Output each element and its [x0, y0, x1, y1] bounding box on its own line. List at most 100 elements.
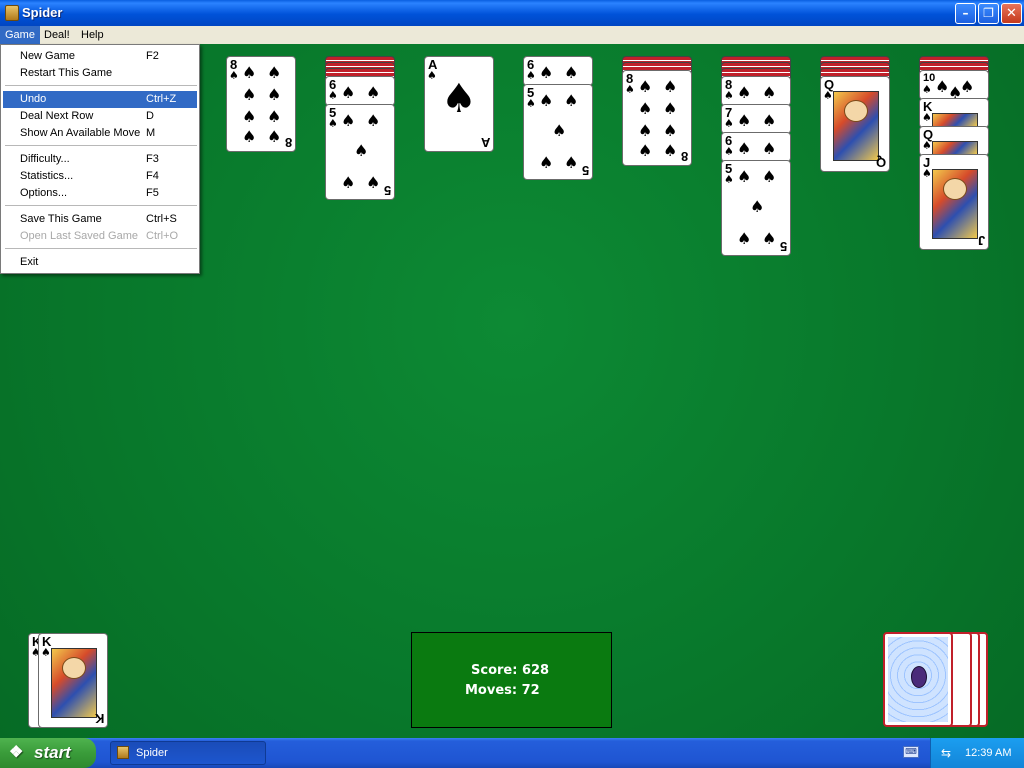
spade-icon: ♠ [242, 127, 257, 146]
menu-item-save-game[interactable]: Save This Game Ctrl+S [3, 211, 197, 228]
card-rank-bottom: Q [875, 155, 886, 170]
completed-stack-king-top: K ♠ K [38, 633, 108, 728]
score-readout: Score: 628 [471, 663, 549, 678]
spade-icon: ♠ [762, 83, 777, 102]
spade-icon: ♠ [366, 111, 381, 130]
spade-icon: ♠ [724, 145, 734, 158]
menu-deal[interactable]: Deal! [39, 26, 75, 44]
spade-icon: ♠ [341, 83, 356, 102]
card-queen-spades[interactable]: Q ♠ [919, 126, 989, 156]
spade-icon: ♠ [366, 83, 381, 102]
card-jack-spades[interactable]: J ♠ J [919, 154, 989, 250]
keyboard-icon[interactable]: ⌨ [903, 746, 919, 758]
card-5-spades[interactable]: 5 ♠ ♠ ♠ ♠ ♠ ♠ 5 [325, 104, 395, 200]
network-icon[interactable]: ⇆ [941, 746, 957, 760]
spade-icon: ♠ [526, 97, 536, 110]
card-8-spades[interactable]: 8 ♠ ♠ ♠ ♠ ♠ ♠ ♠ ♠ ♠ 8 [226, 56, 296, 152]
spade-icon: ♠ [41, 646, 51, 659]
spade-icon: ♠ [724, 89, 734, 102]
spade-icon: ♠ [564, 63, 579, 82]
taskbar-item-spider[interactable]: Spider [110, 741, 266, 765]
maximize-button[interactable]: ❐ [978, 3, 999, 24]
card-5-spades[interactable]: 5 ♠ ♠ ♠ ♠ ♠ ♠ 5 [523, 84, 593, 180]
card-rank-bottom: J [977, 233, 985, 248]
score-label: Score: [471, 663, 518, 678]
close-button[interactable]: ✕ [1001, 3, 1022, 24]
menu-item-new-game[interactable]: New Game F2 [3, 48, 197, 65]
spade-icon: ♠ [564, 153, 579, 172]
menu-separator [5, 205, 197, 206]
spade-icon: ♠ [328, 89, 338, 102]
card-10-spades[interactable]: 10 ♠ ♠ ♠ ♠ [919, 70, 989, 101]
card-6-spades[interactable]: 6 ♠ ♠ ♠ [523, 56, 593, 86]
card-ace-spades[interactable]: A ♠ ♠ A [424, 56, 494, 152]
spade-icon: ♠ [762, 229, 777, 248]
queen-face-art [833, 91, 879, 161]
card-queen-spades[interactable]: Q ♠ Q [820, 76, 890, 172]
spade-icon: ♠ [638, 99, 653, 118]
spade-icon: ♠ [762, 111, 777, 130]
menu-item-statistics[interactable]: Statistics... F4 [3, 168, 197, 185]
card-6-spades[interactable]: 6 ♠ ♠ ♠ [325, 76, 395, 106]
king-face-art [932, 113, 978, 127]
card-king-spades[interactable]: K ♠ [919, 98, 989, 128]
menu-separator [5, 145, 197, 146]
clock[interactable]: 12:39 AM [965, 738, 1011, 768]
spade-icon: ♠ [823, 89, 833, 102]
card-7-spades[interactable]: 7 ♠ ♠ ♠ [721, 104, 791, 134]
game-menu-dropdown: New Game F2 Restart This Game Undo Ctrl+… [0, 44, 200, 274]
spade-icon: ♠ [737, 111, 752, 130]
face-portrait [844, 100, 868, 122]
card-rank-bottom: K [94, 711, 104, 726]
window-title: Spider [22, 5, 63, 20]
spade-icon: ♠ [341, 111, 356, 130]
menu-item-exit[interactable]: Exit [3, 254, 197, 271]
spade-icon: ♠ [922, 167, 932, 180]
menu-separator [5, 248, 197, 249]
menu-item-undo[interactable]: Undo Ctrl+Z [3, 91, 197, 108]
spade-icon: ♠ [922, 111, 932, 124]
spade-icon: ♠ [663, 141, 678, 160]
menu-game[interactable]: Game [0, 26, 40, 44]
card-rank-bottom: 5 [383, 183, 391, 198]
stock-pile-top[interactable] [883, 632, 953, 727]
spade-icon: ♠ [638, 77, 653, 96]
spade-icon: ♠ [663, 77, 678, 96]
face-portrait [62, 657, 86, 679]
start-button[interactable]: ❖ start [0, 738, 96, 768]
spade-icon: ♠ [267, 63, 282, 82]
spade-icon: ♠ [267, 107, 282, 126]
card-rank-bottom: 8 [284, 135, 292, 150]
spade-icon: ♠ [922, 139, 932, 152]
card-8-spades[interactable]: 8 ♠ ♠ ♠ ♠ ♠ ♠ ♠ ♠ ♠ 8 [622, 70, 692, 166]
menu-item-show-move[interactable]: Show An Available Move M [3, 125, 197, 142]
card-rank-bottom: A [480, 135, 490, 150]
menu-help[interactable]: Help [76, 26, 109, 44]
queen-face-art [932, 141, 978, 155]
spade-icon: ♠ [638, 121, 653, 140]
ace-spade-icon: ♠ [441, 76, 477, 122]
spade-icon: ♠ [737, 83, 752, 102]
menu-item-options[interactable]: Options... F5 [3, 185, 197, 202]
card-5-spades[interactable]: 5 ♠ ♠ ♠ ♠ ♠ ♠ 5 [721, 160, 791, 256]
spade-icon: ♠ [750, 197, 765, 216]
menu-item-restart-game[interactable]: Restart This Game [3, 65, 197, 82]
spade-icon: ♠ [341, 173, 356, 192]
spade-icon: ♠ [762, 167, 777, 186]
menu-item-deal-next-row[interactable]: Deal Next Row D [3, 108, 197, 125]
card-6-spades[interactable]: 6 ♠ ♠ ♠ [721, 132, 791, 162]
minimize-button[interactable]: – [955, 3, 976, 24]
spade-icon: ♠ [625, 83, 635, 96]
spider-app-icon [117, 746, 129, 759]
spade-icon: ♠ [267, 127, 282, 146]
card-8-spades[interactable]: 8 ♠ ♠ ♠ [721, 76, 791, 106]
windows-logo-icon: ❖ [9, 744, 24, 761]
spider-app-icon [5, 5, 19, 21]
spade-icon: ♠ [737, 167, 752, 186]
spade-icon: ♠ [539, 91, 554, 110]
spade-icon: ♠ [564, 91, 579, 110]
taskbar: ❖ start Spider ⌨ ⇆ 12:39 AM [0, 738, 1024, 768]
card-rank-bottom: 8 [680, 149, 688, 164]
start-label: start [34, 743, 71, 762]
menu-item-difficulty[interactable]: Difficulty... F3 [3, 151, 197, 168]
